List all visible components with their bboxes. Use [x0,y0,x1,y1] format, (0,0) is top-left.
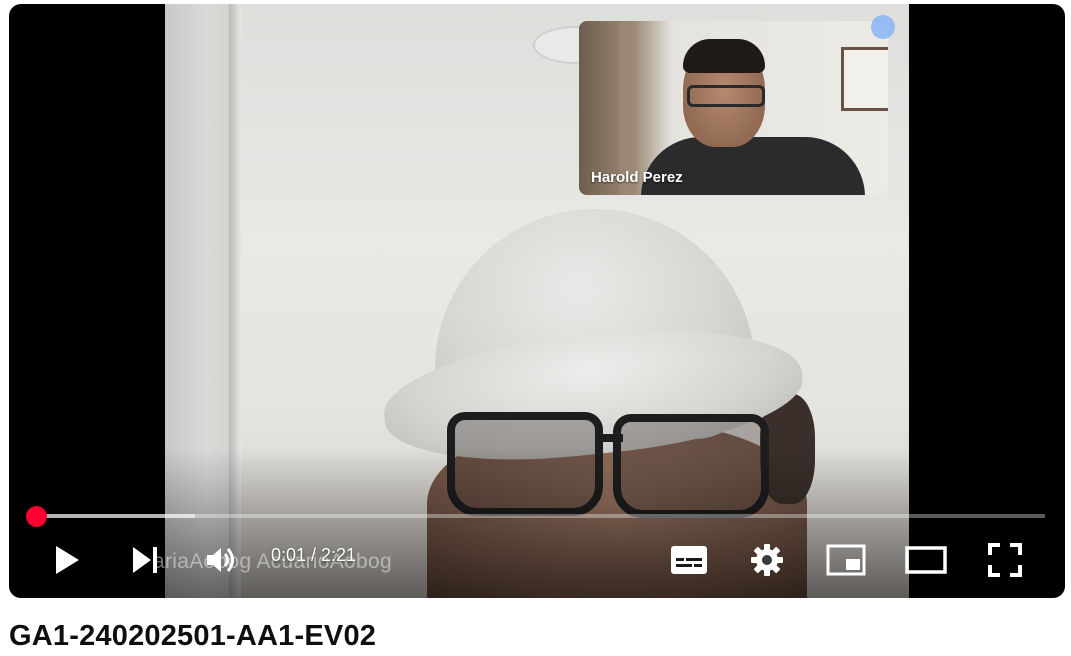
pip-participant-glasses [687,85,765,107]
video-title: GA1-240202501-AA1-EV02 [9,620,377,652]
pip-participant-body [641,137,865,195]
pip-participant-name: Harold Perez [591,169,683,186]
fullscreen-button[interactable] [985,540,1025,580]
speaker-glasses-bridge [601,434,623,442]
volume-icon [207,548,234,572]
play-icon [56,546,79,574]
next-icon [133,547,157,573]
pip-wall-frame [841,47,888,111]
subtitles-icon [671,546,707,574]
video-player[interactable]: Harold Perez ariaAobog AcuarioAobog 0:01… [9,4,1065,598]
progress-loaded [27,514,195,518]
gear-icon [751,544,783,576]
miniplayer-button[interactable] [824,540,868,580]
theater-mode-button[interactable] [903,540,949,580]
next-button[interactable] [125,540,165,580]
play-button[interactable] [47,540,87,580]
volume-button[interactable] [201,540,241,580]
page: Harold Perez ariaAobog AcuarioAobog 0:01… [0,0,1071,656]
pip-participant-tile: Harold Perez [579,21,888,195]
time-display: 0:01 / 2:21 [271,545,357,565]
miniplayer-icon [826,544,866,576]
subtitles-button[interactable] [667,540,711,580]
pip-participant-hair [683,39,765,73]
speaking-indicator-icon [871,15,895,39]
fullscreen-icon [988,543,1022,577]
scrubber-handle[interactable] [26,506,47,527]
progress-bar[interactable] [27,514,1045,518]
settings-button[interactable] [747,540,787,580]
theater-mode-icon [905,546,947,574]
